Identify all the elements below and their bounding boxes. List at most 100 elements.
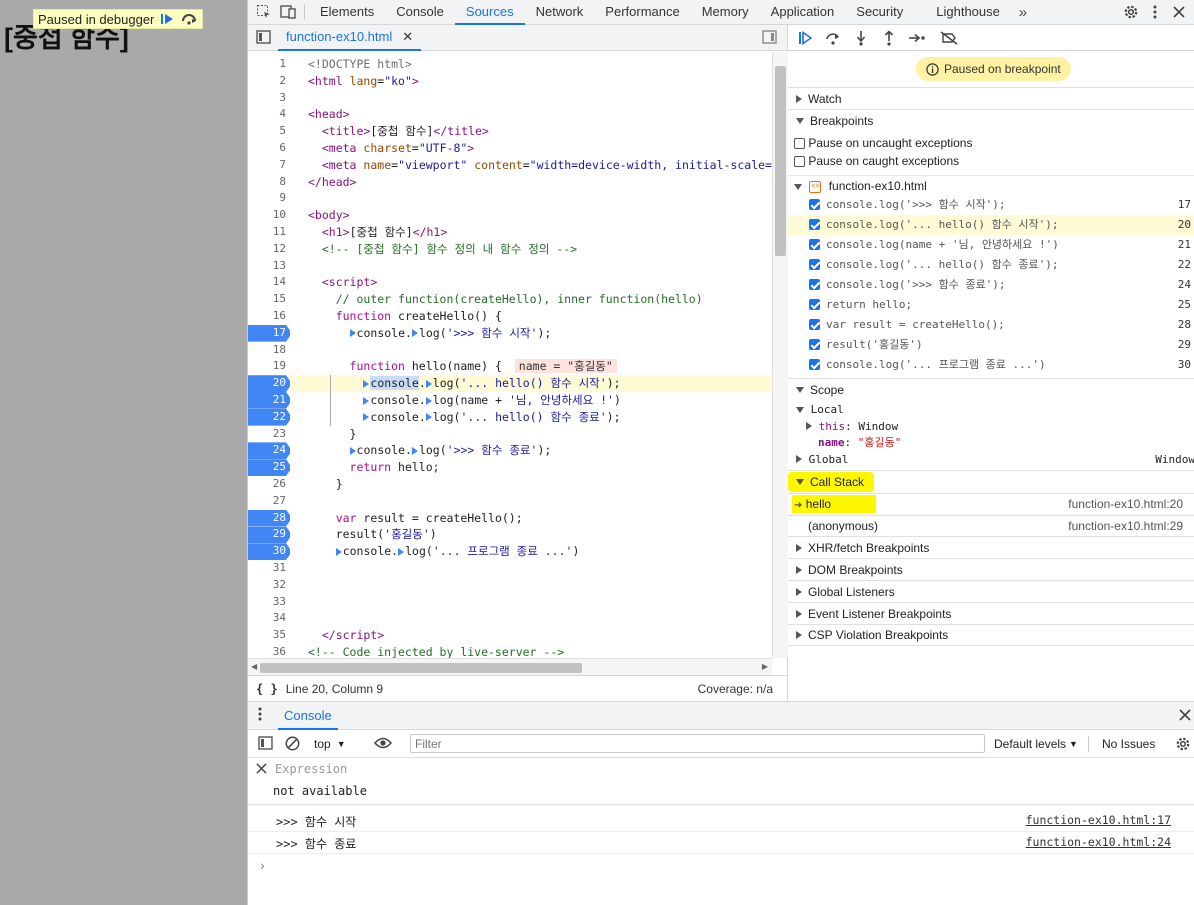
step-out-button[interactable] bbox=[878, 27, 900, 49]
breakpoint-item[interactable]: return hello; 25 bbox=[788, 295, 1194, 315]
close-drawer-button[interactable] bbox=[1179, 709, 1191, 724]
breakpoint-checkbox[interactable] bbox=[809, 219, 820, 230]
code-line[interactable]: 33 bbox=[248, 594, 772, 611]
scroll-right-icon[interactable]: ▶ bbox=[762, 662, 768, 671]
breakpoint-checkbox[interactable] bbox=[809, 239, 820, 250]
code-line[interactable]: 34 bbox=[248, 610, 772, 627]
log-levels-dropdown[interactable]: Default levels ▼ bbox=[994, 730, 1078, 758]
resume-script-button[interactable] bbox=[794, 27, 816, 49]
line-number[interactable]: 23 bbox=[248, 426, 290, 443]
line-number[interactable]: 5 bbox=[248, 123, 290, 140]
context-selector[interactable]: top ▼ bbox=[314, 730, 346, 758]
console-sidebar-button[interactable] bbox=[258, 736, 273, 753]
code-line[interactable]: 29 result('홍길동') bbox=[248, 526, 772, 544]
scroll-left-icon[interactable]: ◀ bbox=[251, 662, 257, 671]
breakpoint-line-number[interactable]: 28 bbox=[248, 509, 290, 527]
line-number[interactable]: 27 bbox=[248, 493, 290, 510]
tab-console[interactable]: Console bbox=[385, 0, 455, 25]
console-settings-button[interactable] bbox=[1175, 736, 1191, 755]
line-number[interactable]: 6 bbox=[248, 140, 290, 157]
drawer-menu-button[interactable] bbox=[258, 707, 262, 724]
code-line[interactable]: 12 <!-- [중첩 함수] 함수 정의 내 함수 정의 --> bbox=[248, 241, 772, 258]
breakpoint-file-group[interactable]: <> function-ex10.html bbox=[788, 175, 1194, 195]
breakpoint-item[interactable]: var result = createHello(); 28 bbox=[788, 315, 1194, 335]
pause-uncaught-checkbox[interactable] bbox=[794, 138, 805, 150]
code-line[interactable]: 6 <meta charset="UTF-8"> bbox=[248, 140, 772, 157]
step-button[interactable] bbox=[906, 27, 928, 49]
editor-horizontal-scrollbar[interactable]: ◀ ▶ bbox=[248, 658, 772, 675]
line-number[interactable]: 2 bbox=[248, 73, 290, 90]
code-line[interactable]: 4 <head> bbox=[248, 106, 772, 123]
line-number[interactable]: 26 bbox=[248, 476, 290, 493]
code-line[interactable]: 36 <!-- Code injected by live-server --> bbox=[248, 644, 772, 658]
line-number[interactable]: 35 bbox=[248, 627, 290, 644]
section-xhr-breakpoints[interactable]: XHR/fetch Breakpoints bbox=[788, 536, 1194, 558]
line-number[interactable]: 18 bbox=[248, 342, 290, 359]
tab-lighthouse[interactable]: Lighthouse bbox=[914, 0, 1011, 25]
code-line[interactable]: 10 <body> bbox=[248, 207, 772, 224]
breakpoint-item[interactable]: console.log('>>> 함수 시작'); 17 bbox=[788, 195, 1194, 215]
breakpoint-checkbox[interactable] bbox=[809, 199, 820, 210]
code-line[interactable]: 2 <html lang="ko"> bbox=[248, 73, 772, 90]
horizontal-scroll-thumb[interactable] bbox=[260, 663, 582, 673]
code-line[interactable]: 24 console. log('>>> 함수 종료'); bbox=[248, 442, 772, 460]
close-devtools-button[interactable] bbox=[1167, 0, 1191, 24]
breakpoint-item[interactable]: console.log('... 프로그램 종료 ...') 30 bbox=[788, 355, 1194, 375]
vertical-scroll-thumb[interactable] bbox=[775, 66, 786, 256]
breakpoint-item[interactable]: console.log(name + '님, 안녕하세요 !') 21 bbox=[788, 235, 1194, 255]
code-line[interactable]: 31 bbox=[248, 560, 772, 577]
console-message-source-link[interactable]: function-ex10.html:24 bbox=[1026, 835, 1171, 849]
breakpoint-checkbox[interactable] bbox=[809, 339, 820, 350]
inspect-element-button[interactable] bbox=[252, 0, 276, 24]
device-toolbar-button[interactable] bbox=[276, 0, 300, 24]
line-number[interactable]: 9 bbox=[248, 190, 290, 207]
breakpoint-line-number[interactable]: 25 bbox=[248, 459, 290, 476]
deactivate-breakpoints-button[interactable] bbox=[938, 27, 960, 49]
step-over-button[interactable] bbox=[180, 11, 198, 27]
tab-elements[interactable]: Elements bbox=[309, 0, 385, 25]
line-number[interactable]: 13 bbox=[248, 258, 290, 275]
breakpoint-line-number[interactable]: 22 bbox=[248, 408, 290, 426]
file-tab[interactable]: function-ex10.html ✕ bbox=[278, 25, 422, 51]
section-csp-violation-breakpoints[interactable]: CSP Violation Breakpoints bbox=[788, 624, 1194, 646]
line-number[interactable]: 16 bbox=[248, 308, 290, 325]
pause-uncaught-option[interactable]: Pause on uncaught exceptions bbox=[788, 133, 1194, 153]
tab-security[interactable]: Security bbox=[845, 0, 914, 25]
line-number[interactable]: 7 bbox=[248, 157, 290, 174]
breakpoint-line-number[interactable]: 17 bbox=[248, 324, 290, 342]
code-line[interactable]: 20 console. log('... hello() 함수 시작'); bbox=[248, 375, 772, 392]
code-line[interactable]: 11 <h1>[중첩 함수]</h1> bbox=[248, 224, 772, 241]
step-over-button[interactable] bbox=[822, 27, 844, 49]
breakpoint-checkbox[interactable] bbox=[809, 299, 820, 310]
code-line[interactable]: 8 </head> bbox=[248, 174, 772, 191]
line-number[interactable]: 8 bbox=[248, 174, 290, 191]
line-number[interactable]: 11 bbox=[248, 224, 290, 241]
resume-button[interactable] bbox=[158, 11, 176, 27]
code-line[interactable]: 16 function createHello() { bbox=[248, 308, 772, 325]
pretty-print-icon[interactable]: { } bbox=[256, 682, 278, 696]
console-filter-input[interactable] bbox=[410, 734, 985, 753]
editor-vertical-scrollbar[interactable] bbox=[772, 52, 788, 658]
section-breakpoints[interactable]: Breakpoints bbox=[788, 109, 1194, 131]
line-number[interactable]: 15 bbox=[248, 291, 290, 308]
tab-sources[interactable]: Sources bbox=[454, 0, 525, 25]
breakpoint-checkbox[interactable] bbox=[809, 359, 820, 370]
code-line[interactable]: 30 console. log('... 프로그램 종료 ...') bbox=[248, 543, 772, 560]
code-line[interactable]: 21 console. log(name + '님, 안녕하세요 !') bbox=[248, 392, 772, 409]
code-line[interactable]: 35 </script> bbox=[248, 627, 772, 644]
code-line[interactable]: 19 function hello(name) { name = "홍길동" bbox=[248, 358, 772, 375]
code-line[interactable]: 18 bbox=[248, 342, 772, 359]
code-line[interactable]: 25 return hello; bbox=[248, 459, 772, 476]
breakpoint-line-number[interactable]: 29 bbox=[248, 526, 290, 544]
live-expression-button[interactable] bbox=[373, 736, 393, 753]
code-line[interactable]: 15 // outer function(createHello), inner… bbox=[248, 291, 772, 308]
toggle-debugger-sidebar-button[interactable] bbox=[762, 30, 777, 47]
breakpoint-item[interactable]: result('홍길동') 29 bbox=[788, 335, 1194, 355]
line-number[interactable]: 36 bbox=[248, 644, 290, 658]
clear-console-button[interactable] bbox=[285, 736, 300, 754]
pause-caught-checkbox[interactable] bbox=[794, 156, 805, 168]
code-line[interactable]: 14 <script> bbox=[248, 274, 772, 291]
section-event-listener-breakpoints[interactable]: Event Listener Breakpoints bbox=[788, 602, 1194, 624]
code-line[interactable]: 17 console. log('>>> 함수 시작'); bbox=[248, 324, 772, 342]
breakpoint-checkbox[interactable] bbox=[809, 319, 820, 330]
